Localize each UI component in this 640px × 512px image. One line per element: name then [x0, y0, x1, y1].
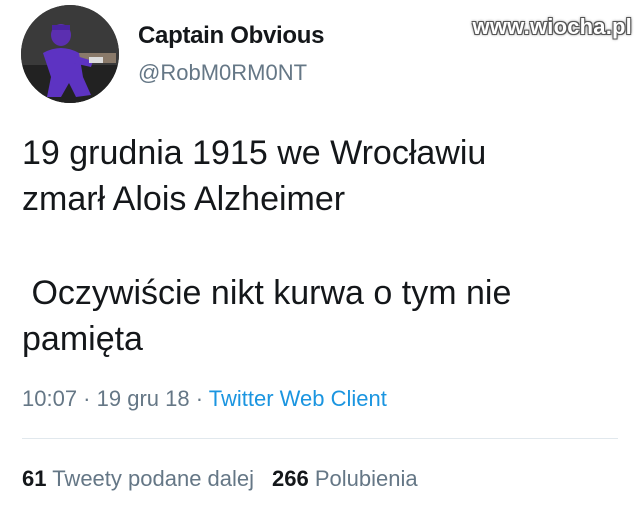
tweet-text: 19 grudnia 1915 we Wrocławiu zmarł Alois…: [22, 130, 622, 362]
avatar-image: [21, 5, 119, 103]
display-name[interactable]: Captain Obvious: [138, 22, 325, 50]
tweet-meta: 10:07 · 19 gru 18 · Twitter Web Client: [22, 386, 387, 412]
meta-separator: ·: [77, 386, 97, 411]
tweet-line-4: pamięta: [22, 320, 143, 358]
tweet-paragraph-2: Oczywiście nikt kurwa o tym nie pamięta: [22, 270, 622, 362]
tweet-line-1: 19 grudnia 1915 we Wrocławiu: [22, 134, 487, 172]
likes-count: 266: [272, 466, 309, 491]
avatar[interactable]: [21, 5, 119, 103]
tweet-card: Captain Obvious @RobM0RM0NT www.wiocha.p…: [0, 0, 640, 512]
tweet-stats: 61 Tweety podane dalej 266 Polubienia: [22, 466, 418, 492]
tweet-paragraph-1: 19 grudnia 1915 we Wrocławiu zmarł Alois…: [22, 130, 622, 222]
retweets-label: Tweety podane dalej: [52, 466, 255, 491]
meta-separator: ·: [189, 386, 209, 411]
user-handle[interactable]: @RobM0RM0NT: [138, 60, 307, 86]
tweet-line-2: zmarł Alois Alzheimer: [22, 180, 346, 218]
divider: [22, 438, 618, 439]
tweet-line-3: Oczywiście nikt kurwa o tym nie: [22, 274, 512, 312]
likes-label: Polubienia: [314, 466, 418, 491]
watermark: www.wiocha.pl: [472, 14, 632, 39]
retweets-count: 61: [22, 466, 47, 491]
retweets-stat[interactable]: 61 Tweety podane dalej: [22, 466, 254, 491]
likes-stat[interactable]: 266 Polubienia: [272, 466, 418, 491]
tweet-source-link[interactable]: Twitter Web Client: [209, 386, 387, 411]
tweet-time[interactable]: 10:07: [22, 386, 77, 411]
tweet-date[interactable]: 19 gru 18: [97, 386, 190, 411]
